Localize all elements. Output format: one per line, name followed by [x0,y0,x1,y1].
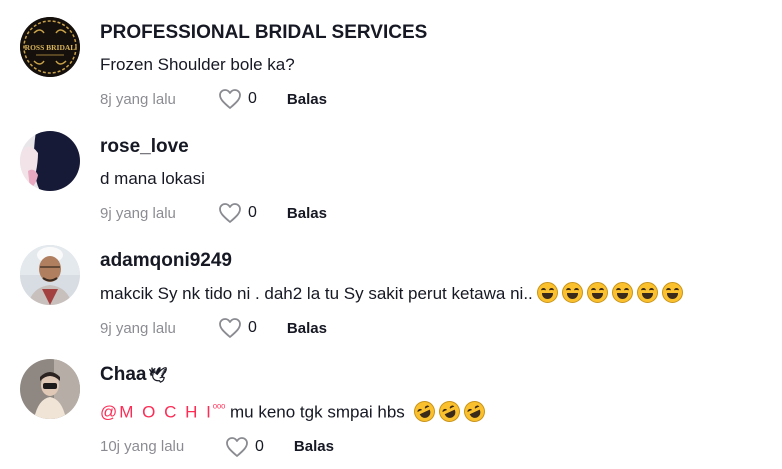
comment-username[interactable]: rose_love [100,135,770,159]
rofl-emoji-icon [410,397,439,426]
like-count: 0 [248,319,257,336]
avatar[interactable] [20,245,80,305]
comment-text-body: mu keno tgk smpai hbs [225,402,410,422]
rofl-emoji-icon [460,397,489,426]
comment-time: 9j yang lalu [100,319,176,337]
like-button[interactable]: 0 [225,436,264,458]
comment-item: ROSS BRIDAL PROFESSIONAL BRIDAL SERVICES… [20,17,770,127]
like-button[interactable]: 0 [218,317,257,339]
comment-content: Chaa 🕊 @M O C H Iᵒᵒᵒ mu keno tgk smpai hb… [100,363,770,459]
laughing-emoji-icon [561,282,583,303]
comment-meta: 9j yang lalu 0 Balas [100,316,770,340]
comment-username[interactable]: PROFESSIONAL BRIDAL SERVICES [100,21,770,45]
laughing-emoji-icon [536,282,558,303]
mention-link[interactable]: @M O C H I [100,403,213,422]
reply-button[interactable]: Balas [287,91,327,108]
mention-suffix: ᵒᵒᵒ [212,402,226,414]
avatar[interactable] [20,131,80,191]
avatar[interactable] [20,359,80,419]
laughing-emoji-icon [586,282,608,303]
laughing-emoji-icon [611,282,633,303]
comment-username[interactable]: Chaa 🕊 [100,363,770,388]
profile-picture-icon [20,245,80,305]
bridal-logo-icon: ROSS BRIDAL [20,17,80,77]
comment-username-text: Chaa [100,364,147,385]
comment-time: 10j yang lalu [100,438,185,456]
comment-content: rose_love d mana lokasi 9j yang lalu 0 B… [100,135,770,225]
comment-item: Chaa 🕊 @M O C H Iᵒᵒᵒ mu keno tgk smpai hb… [20,359,770,469]
comment-item: adamqoni9249 makcik Sy nk tido ni . dah2… [20,245,770,355]
reply-button[interactable]: Balas [294,438,334,455]
comment-username[interactable]: adamqoni9249 [100,249,770,273]
comment-meta: 8j yang lalu 0 Balas [100,87,770,111]
like-count: 0 [255,437,264,455]
like-count: 0 [248,204,257,221]
comment-text: Frozen Shoulder bole ka? [100,55,295,74]
profile-picture-icon [20,359,80,419]
comment-item: rose_love d mana lokasi 9j yang lalu 0 B… [20,131,770,241]
avatar[interactable]: ROSS BRIDAL [20,17,80,77]
comment-meta: 10j yang lalu 0 Balas [100,435,770,459]
laughing-emoji-icon [636,282,658,303]
comment-text: d mana lokasi [100,169,205,188]
reply-button[interactable]: Balas [287,205,327,222]
comment-text-body: makcik Sy nk tido ni . dah2 la tu Sy sak… [100,284,533,303]
laughing-emoji-icon [661,282,683,303]
heart-icon [219,89,241,109]
heart-icon [226,436,248,457]
reply-button[interactable]: Balas [287,320,327,337]
comment-content: PROFESSIONAL BRIDAL SERVICES Frozen Shou… [100,21,770,111]
svg-text:ROSS BRIDAL: ROSS BRIDAL [25,43,76,52]
comment-time: 8j yang lalu [100,90,176,108]
dove-icon: 🕊 [148,367,168,384]
comment-content: adamqoni9249 makcik Sy nk tido ni . dah2… [100,249,770,340]
heart-icon [219,318,241,338]
like-button[interactable]: 0 [218,202,257,224]
comment-text: makcik Sy nk tido ni . dah2 la tu Sy sak… [100,282,770,305]
like-button[interactable]: 0 [218,88,257,110]
rofl-emoji-icon [435,397,464,426]
comment-time: 9j yang lalu [100,204,176,222]
comment-meta: 9j yang lalu 0 Balas [100,201,770,225]
comment-text: @M O C H Iᵒᵒᵒ mu keno tgk smpai hbs [100,397,770,426]
heart-icon [219,203,241,223]
like-count: 0 [248,90,257,107]
profile-picture-icon [20,131,80,191]
